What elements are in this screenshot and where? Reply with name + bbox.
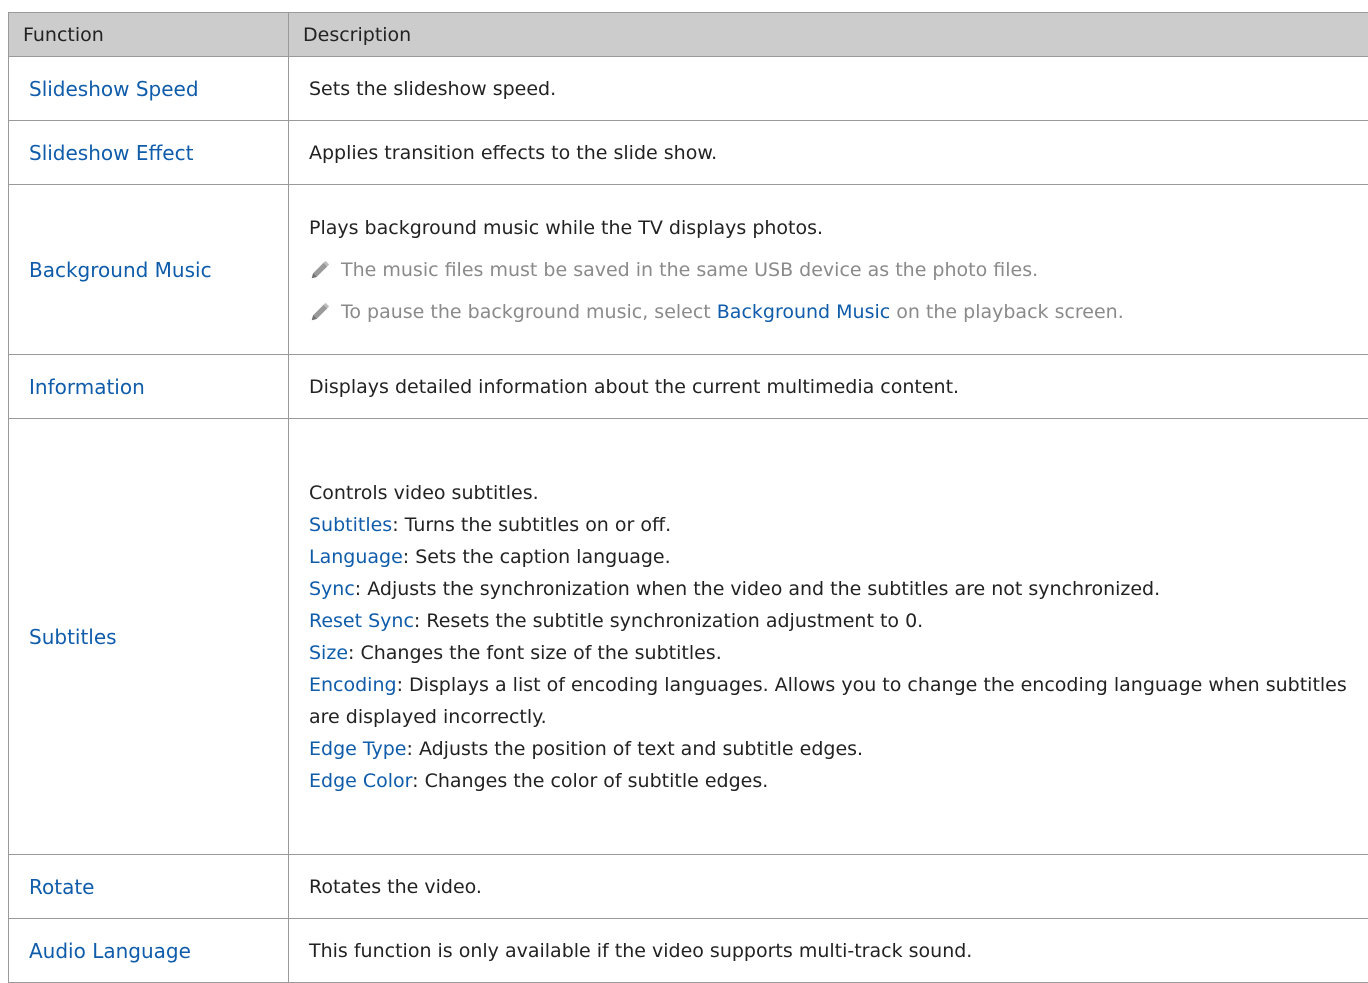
subtitle-option-edge-color: Edge Color: Changes the color of subtitl… <box>309 765 1354 797</box>
description-slideshow-effect: Applies transition effects to the slide … <box>289 121 1368 185</box>
option-text: : Sets the caption language. <box>403 546 671 568</box>
pencil-icon <box>309 301 331 323</box>
function-background-music: Background Music <box>9 185 289 355</box>
table-header-row: Function Description <box>9 13 1368 57</box>
option-text: : Changes the font size of the subtitles… <box>348 642 722 664</box>
header-description: Description <box>289 13 1368 57</box>
option-label: Reset Sync <box>309 610 414 632</box>
header-function: Function <box>9 13 289 57</box>
option-label: Sync <box>309 578 355 600</box>
option-label: Language <box>309 546 403 568</box>
subtitle-option-encoding: Encoding: Displays a list of encoding la… <box>309 669 1354 733</box>
function-slideshow-effect: Slideshow Effect <box>9 121 289 185</box>
table-row: Rotate Rotates the video. <box>9 855 1368 919</box>
note-pause-music: To pause the background music, select Ba… <box>309 296 1354 328</box>
description-audio-language: This function is only available if the v… <box>289 919 1368 983</box>
description-background-music: Plays background music while the TV disp… <box>289 185 1368 355</box>
note-pause-text-pre: To pause the background music, select <box>341 296 711 328</box>
option-text: : Displays a list of encoding languages.… <box>309 674 1347 728</box>
note-pause-text-post: on the playback screen. <box>896 296 1124 328</box>
subtitle-option-subtitles: Subtitles: Turns the subtitles on or off… <box>309 509 1354 541</box>
description-rotate: Rotates the video. <box>289 855 1368 919</box>
table-row: Slideshow Speed Sets the slideshow speed… <box>9 57 1368 121</box>
option-text: : Resets the subtitle synchronization ad… <box>414 610 923 632</box>
option-label: Edge Color <box>309 770 412 792</box>
function-subtitles: Subtitles <box>9 419 289 855</box>
option-text: : Turns the subtitles on or off. <box>392 514 671 536</box>
function-rotate: Rotate <box>9 855 289 919</box>
subtitle-option-language: Language: Sets the caption language. <box>309 541 1354 573</box>
description-subtitles: Controls video subtitles. Subtitles: Tur… <box>289 419 1368 855</box>
subtitle-option-sync: Sync: Adjusts the synchronization when t… <box>309 573 1354 605</box>
table-row: Information Displays detailed informatio… <box>9 355 1368 419</box>
description-information: Displays detailed information about the … <box>289 355 1368 419</box>
function-table: Function Description Slideshow Speed Set… <box>8 12 1368 983</box>
description-slideshow-speed: Sets the slideshow speed. <box>289 57 1368 121</box>
option-label: Size <box>309 642 348 664</box>
pencil-icon <box>309 259 331 281</box>
note-usb-device: The music files must be saved in the sam… <box>309 254 1354 286</box>
background-music-description: Plays background music while the TV disp… <box>309 212 1354 244</box>
table-row: Audio Language This function is only ava… <box>9 919 1368 983</box>
table-row: Subtitles Controls video subtitles. Subt… <box>9 419 1368 855</box>
option-label: Subtitles <box>309 514 392 536</box>
option-text: : Adjusts the synchronization when the v… <box>355 578 1160 600</box>
option-label: Edge Type <box>309 738 407 760</box>
function-slideshow-speed: Slideshow Speed <box>9 57 289 121</box>
table-row: Background Music Plays background music … <box>9 185 1368 355</box>
option-text: : Adjusts the position of text and subti… <box>407 738 864 760</box>
function-audio-language: Audio Language <box>9 919 289 983</box>
table-row: Slideshow Effect Applies transition effe… <box>9 121 1368 185</box>
background-music-link: Background Music <box>717 296 890 328</box>
subtitle-option-edge-type: Edge Type: Adjusts the position of text … <box>309 733 1354 765</box>
subtitles-intro: Controls video subtitles. <box>309 477 1354 509</box>
subtitle-option-reset-sync: Reset Sync: Resets the subtitle synchron… <box>309 605 1354 637</box>
option-label: Encoding <box>309 674 397 696</box>
option-text: : Changes the color of subtitle edges. <box>412 770 768 792</box>
subtitle-option-size: Size: Changes the font size of the subti… <box>309 637 1354 669</box>
note-usb-text: The music files must be saved in the sam… <box>341 254 1038 286</box>
function-information: Information <box>9 355 289 419</box>
